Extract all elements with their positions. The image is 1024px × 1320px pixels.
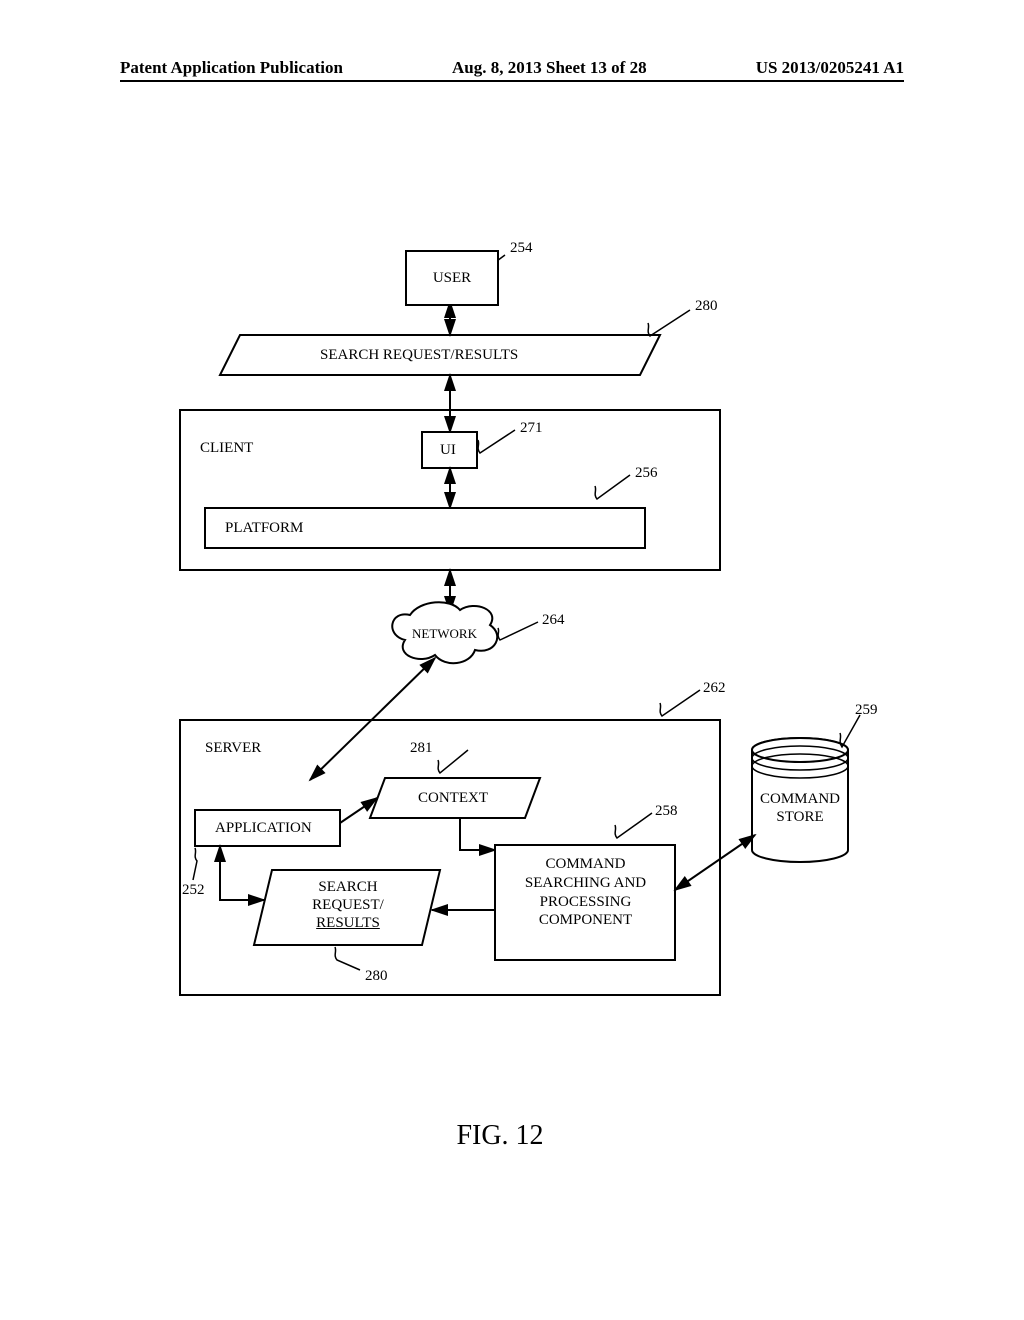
ref-258: 258 xyxy=(655,803,678,820)
ref-280-top: 280 xyxy=(695,298,718,315)
user-label: USER xyxy=(433,270,471,287)
server-label: SERVER xyxy=(205,740,261,757)
header-left: Patent Application Publication xyxy=(120,58,343,78)
ref-281: 281 xyxy=(410,740,433,757)
network-label: NETWORK xyxy=(412,626,477,642)
search-bottom-line2: REQUEST/ xyxy=(312,897,384,913)
ref-256: 256 xyxy=(635,465,658,482)
ref-271: 271 xyxy=(520,420,543,437)
page: Patent Application Publication Aug. 8, 2… xyxy=(0,0,1024,1320)
ref-254: 254 xyxy=(510,240,533,257)
application-label: APPLICATION xyxy=(215,820,312,837)
search-bottom-label: SEARCH REQUEST/ RESULTS xyxy=(288,878,408,932)
ref-259: 259 xyxy=(855,702,878,719)
diagram-connectors xyxy=(160,250,840,1150)
figure-12: USER 254 SEARCH REQUEST/RESULTS 280 CLIE… xyxy=(160,250,840,1150)
cspc-label: COMMAND SEARCHING AND PROCESSING COMPONE… xyxy=(508,855,663,930)
header-rule xyxy=(120,80,904,82)
search-bottom-line1: SEARCH xyxy=(318,879,377,895)
header-center: Aug. 8, 2013 Sheet 13 of 28 xyxy=(452,58,647,78)
context-label: CONTEXT xyxy=(418,790,488,807)
search-bottom-line3: RESULTS xyxy=(316,915,380,931)
ref-280-bottom: 280 xyxy=(365,968,388,985)
search-top-label: SEARCH REQUEST/RESULTS xyxy=(320,347,518,364)
user-box: USER xyxy=(405,250,499,306)
figure-caption: FIG. 12 xyxy=(456,1120,543,1152)
ui-label: UI xyxy=(440,442,456,459)
platform-label: PLATFORM xyxy=(225,520,303,537)
ref-264: 264 xyxy=(542,612,565,629)
command-store-label: COMMAND STORE xyxy=(760,790,840,826)
client-label: CLIENT xyxy=(200,440,253,457)
page-header: Patent Application Publication Aug. 8, 2… xyxy=(120,58,904,78)
ref-252: 252 xyxy=(182,882,205,899)
header-right: US 2013/0205241 A1 xyxy=(756,58,904,78)
ref-262: 262 xyxy=(703,680,726,697)
